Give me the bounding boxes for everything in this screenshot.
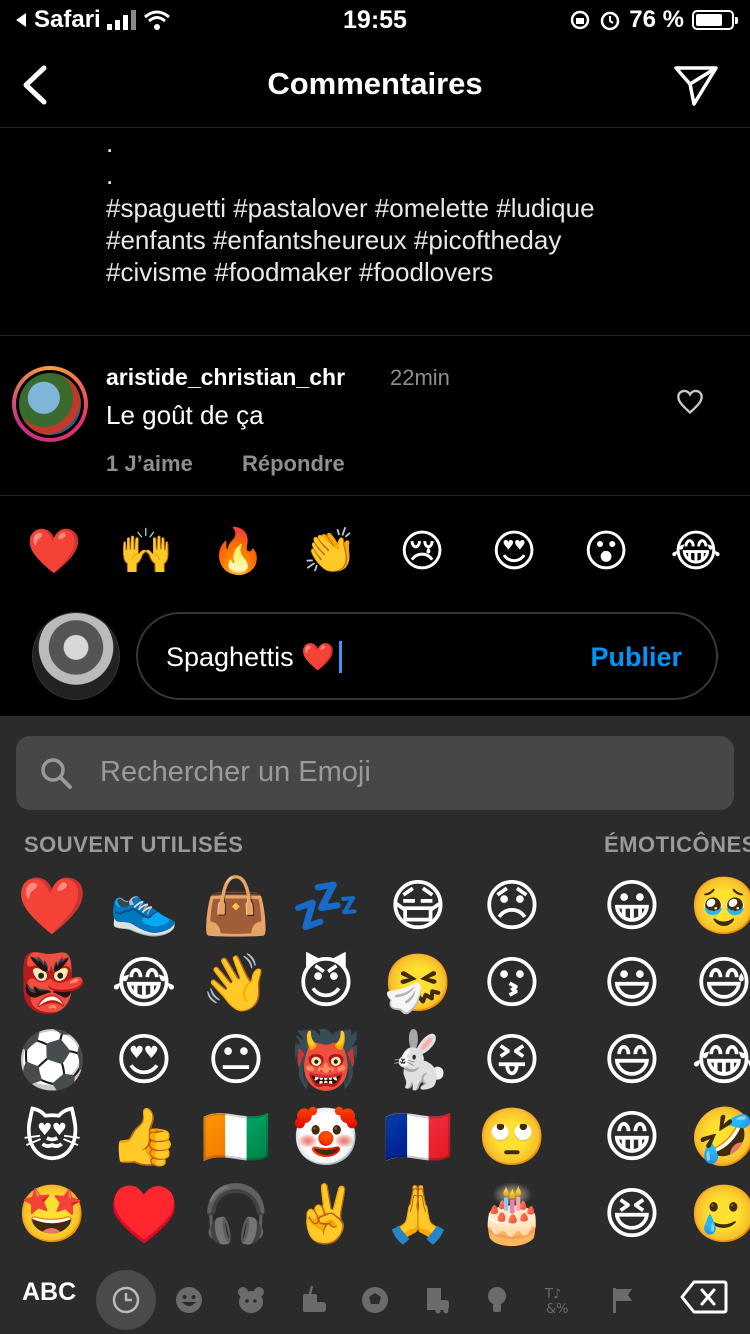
my-avatar	[32, 612, 120, 700]
sport-icon[interactable]	[347, 1272, 403, 1328]
status-bar: Safari 19:55 76 %	[0, 0, 750, 42]
caption-dot: .	[106, 160, 114, 190]
hashtag-line[interactable]: #spaguetti #pastalover #omelette #ludiqu…	[106, 192, 726, 224]
travel-icon[interactable]	[409, 1272, 465, 1328]
emoji-key[interactable]: 👟	[106, 868, 182, 944]
emoji-key[interactable]: 😄	[594, 1022, 670, 1098]
emoji-key[interactable]: 😆	[594, 1176, 670, 1252]
emoji-key[interactable]: 😈	[288, 945, 364, 1021]
emoji-key[interactable]: 🇫🇷	[380, 1099, 456, 1175]
emoji-key[interactable]: 🤣	[686, 1099, 750, 1175]
emoji-key[interactable]: ♥️	[106, 1176, 182, 1252]
comment-likes[interactable]: 1 J’aime	[106, 451, 193, 477]
emoji-key[interactable]: 🤧	[380, 945, 456, 1021]
section-frequent-label: SOUVENT UTILISÉS	[24, 832, 244, 857]
emoji-search-input[interactable]: Rechercher un Emoji	[16, 736, 734, 810]
comment-input-row: Spaghettis ❤️ Publier	[0, 610, 750, 702]
quick-emoji-bar: ❤️ 🙌 🔥 👏 😢 😍 😮 😂	[0, 520, 750, 584]
emoji-key[interactable]: 👍	[106, 1099, 182, 1175]
header: Commentaires	[0, 42, 750, 128]
caption-dot: .	[106, 128, 114, 158]
quick-emoji[interactable]: 😮	[576, 520, 636, 584]
emoji-key[interactable]: 😗	[474, 945, 550, 1021]
emoji-key[interactable]: 😅	[686, 945, 750, 1021]
quick-emoji[interactable]: 🙌	[116, 520, 176, 584]
emoji-key[interactable]: 👺	[14, 945, 90, 1021]
emoji-key[interactable]: ⚽	[14, 1022, 90, 1098]
hashtag-line[interactable]: #civisme #foodmaker #foodlovers	[106, 256, 726, 288]
comment-input-value: Spaghettis ❤️	[166, 642, 335, 672]
emoji-key[interactable]: 🤩	[14, 1176, 90, 1252]
like-heart-icon[interactable]	[676, 388, 704, 416]
section-emoticons-label: ÉMOTICÔNES	[604, 832, 750, 857]
emoji-key[interactable]: 😀	[594, 868, 670, 944]
emoji-key[interactable]: ✌️	[288, 1176, 364, 1252]
battery-icon	[692, 10, 738, 30]
animal-icon[interactable]	[223, 1272, 279, 1328]
emoji-key[interactable]: 😻	[14, 1099, 90, 1175]
objects-icon[interactable]	[469, 1272, 525, 1328]
quick-emoji[interactable]: 😂	[666, 520, 726, 584]
hashtag-line[interactable]: #enfants #enfantsheureux #picoftheday	[106, 224, 726, 256]
emoji-key[interactable]: 😷	[380, 868, 456, 944]
emoji-key[interactable]: 😞	[474, 868, 550, 944]
quick-emoji[interactable]: 🔥	[208, 520, 268, 584]
publish-button[interactable]: Publier	[590, 642, 682, 673]
flag-icon[interactable]	[594, 1272, 650, 1328]
symbols-icon[interactable]: T♪ &%	[531, 1272, 587, 1328]
emoji-key[interactable]: 🙏	[380, 1176, 456, 1252]
abc-key[interactable]: ABC	[22, 1278, 76, 1307]
emoji-key[interactable]: 🤡	[288, 1099, 364, 1175]
emoji-key[interactable]: 😂	[686, 1022, 750, 1098]
emoji-key[interactable]: 🐇	[380, 1022, 456, 1098]
quick-emoji[interactable]: 😢	[392, 520, 452, 584]
emoji-key[interactable]: 👹	[288, 1022, 364, 1098]
emoji-key[interactable]: 💤	[288, 868, 364, 944]
comment-username[interactable]: aristide_christian_chr	[106, 364, 345, 391]
emoji-key[interactable]: 👜	[198, 868, 274, 944]
comment-avatar[interactable]	[12, 366, 88, 442]
emoji-key[interactable]: 🎂	[474, 1176, 550, 1252]
alarm-icon	[601, 11, 620, 31]
comment-input[interactable]: Spaghettis ❤️ Publier	[136, 612, 718, 700]
post-caption: . . #spaguetti #pastalover #omelette #lu…	[106, 128, 726, 288]
quick-emoji[interactable]: 😍	[484, 520, 544, 584]
quick-emoji[interactable]: ❤️	[24, 520, 84, 584]
battery-fill	[696, 14, 722, 26]
search-icon	[41, 758, 72, 789]
emoji-key[interactable]: 😃	[594, 945, 670, 1021]
comment-time: 22min	[390, 365, 450, 390]
food-icon[interactable]	[285, 1272, 341, 1328]
emoji-key[interactable]: 🇨🇮	[198, 1099, 274, 1175]
battery-percent: 76 %	[629, 6, 684, 33]
emoji-key[interactable]: 😂	[106, 945, 182, 1021]
emoji-key[interactable]: 🥲	[686, 1176, 750, 1252]
emoji-key[interactable]: 🎧	[198, 1176, 274, 1252]
emoji-key[interactable]: 🥹	[686, 868, 750, 944]
recent-icon[interactable]	[96, 1270, 156, 1330]
page-title: Commentaires	[267, 66, 483, 101]
emoji-key[interactable]: 😝	[474, 1022, 550, 1098]
emoji-key[interactable]: 🙄	[474, 1099, 550, 1175]
text-caret	[338, 641, 342, 673]
emoji-key[interactable]: 👋	[198, 945, 274, 1021]
emoji-key[interactable]: 😐	[198, 1022, 274, 1098]
emoji-key[interactable]: ❤️	[14, 868, 90, 944]
smiley-icon[interactable]	[161, 1272, 217, 1328]
emoji-key[interactable]: 😍	[106, 1022, 182, 1098]
send-icon[interactable]	[672, 62, 720, 108]
emoji-search-placeholder: Rechercher un Emoji	[100, 756, 371, 788]
emoji-key[interactable]: 😁	[594, 1099, 670, 1175]
delete-key-icon[interactable]	[680, 1280, 728, 1314]
svg-text:&%: &%	[546, 1302, 569, 1316]
keyboard-bottom-bar: ABC T♪ &%	[0, 1262, 750, 1334]
quick-emoji[interactable]: 👏	[300, 520, 360, 584]
comment-item: aristide_christian_chr 22min Le goût de …	[0, 336, 750, 496]
reply-button[interactable]: Répondre	[242, 451, 345, 477]
emoji-keyboard: Rechercher un Emoji SOUVENT UTILISÉS ÉMO…	[0, 716, 750, 1334]
svg-text:T♪: T♪	[544, 1287, 561, 1302]
rotation-lock-icon	[571, 10, 590, 30]
comment-text: Le goût de ça	[106, 400, 264, 430]
